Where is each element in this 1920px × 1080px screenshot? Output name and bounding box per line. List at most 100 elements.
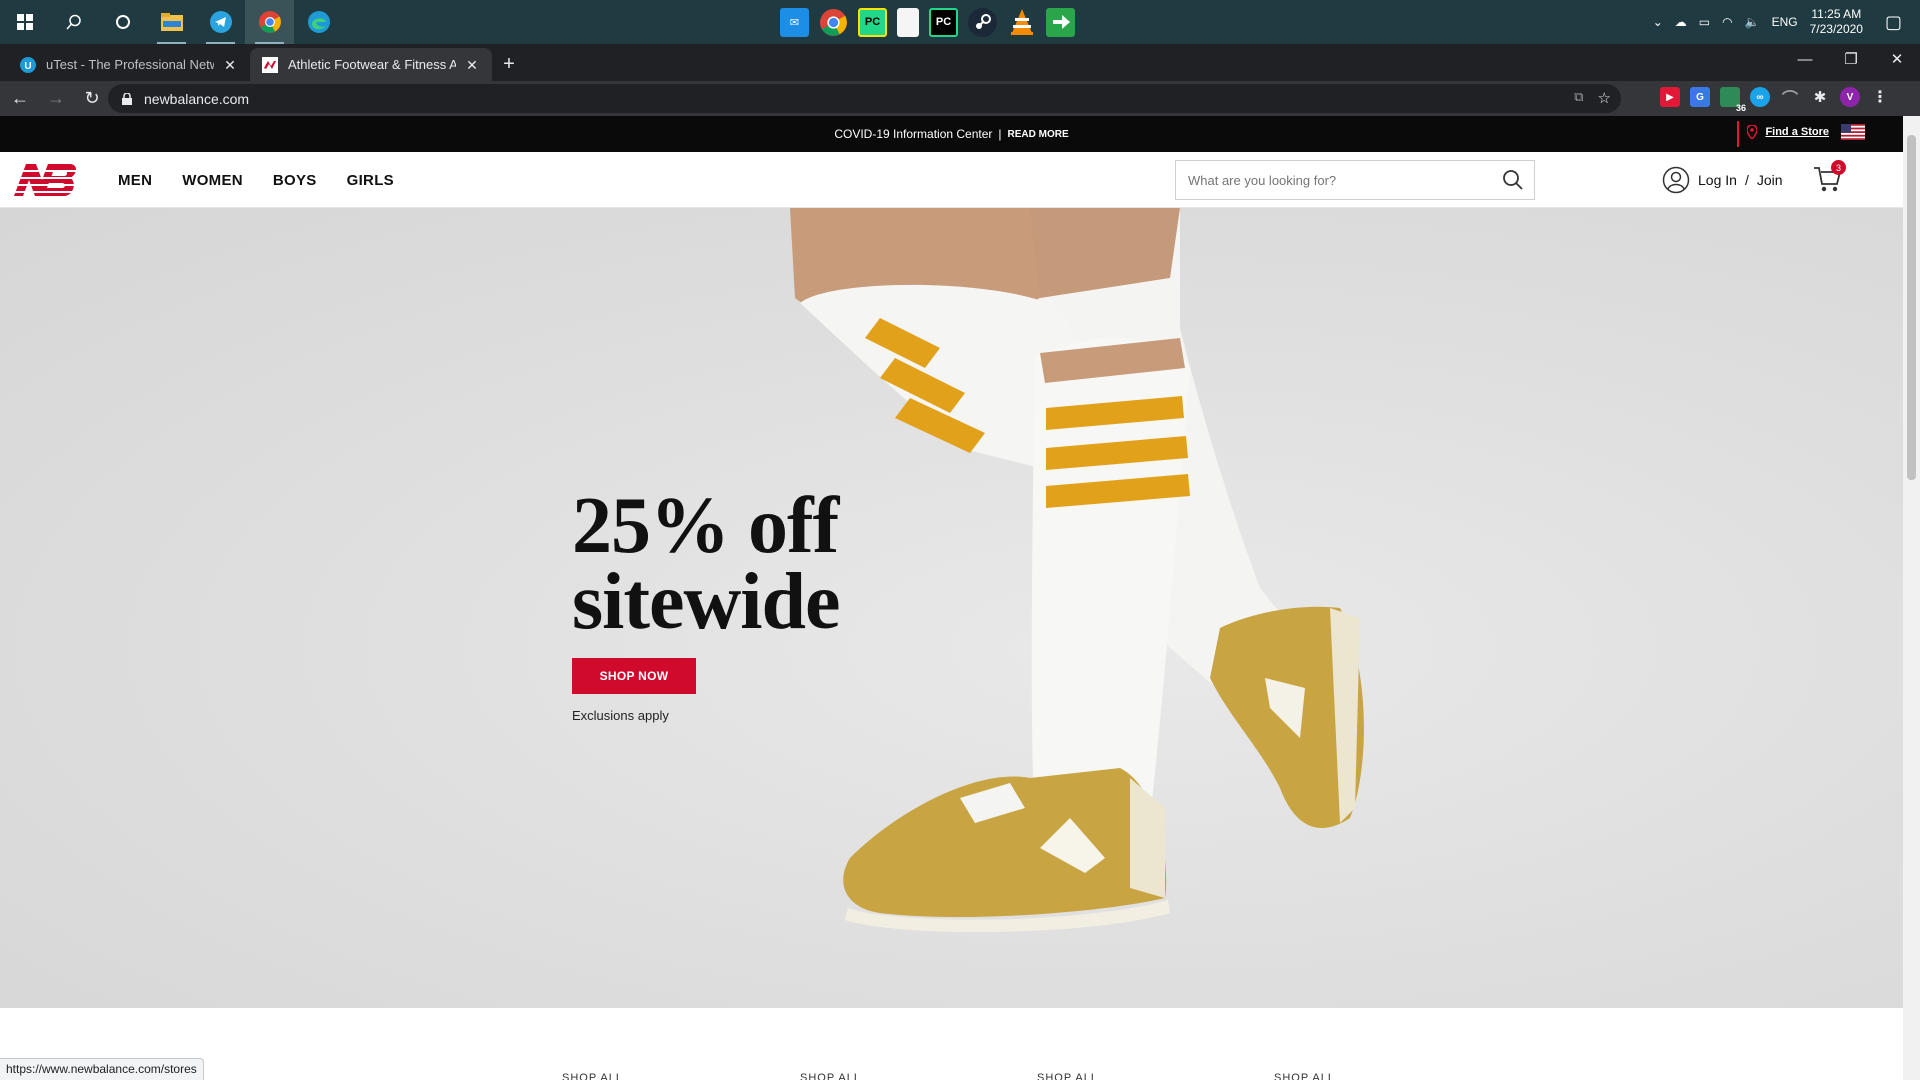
find-store-label: Find a Store [1765, 126, 1829, 138]
covid-separator: | [998, 127, 1002, 141]
translate-icon[interactable]: ⧉ [1574, 89, 1583, 107]
chevron-up-icon[interactable]: ⌄ [1653, 15, 1663, 29]
notifications-icon[interactable]: ▢ [1885, 12, 1902, 33]
wifi-icon[interactable]: ◠ [1722, 15, 1732, 29]
reload-button[interactable]: ↻ [76, 83, 108, 115]
chrome-menu-icon[interactable]: ⋮ [1870, 87, 1890, 107]
lock-icon [122, 92, 132, 105]
search-icon[interactable] [1502, 169, 1524, 191]
taskbar-mail-icon[interactable]: ✉ [780, 7, 809, 37]
clock[interactable]: 11:25 AM 7/23/2020 [1810, 7, 1863, 37]
volume-icon[interactable]: 🔈 [1745, 15, 1760, 29]
bookmark-star-icon[interactable]: ☆ [1598, 89, 1611, 107]
category-section: SHOP ALL SHOP ALL SHOP ALL SHOP ALL [0, 1008, 1903, 1080]
minimize-button[interactable]: — [1782, 44, 1828, 74]
headline-line-2: sitewide [572, 558, 841, 646]
utest-favicon-icon: U [20, 56, 36, 73]
account-links: Log In / Join [1662, 166, 1783, 194]
taskbar-vlc-icon[interactable] [1007, 8, 1036, 37]
shop-now-button[interactable]: SHOP NOW [572, 658, 696, 694]
exclusions-note: Exclusions apply [572, 708, 669, 723]
hero-promo: 25% off sitewide SHOP NOW Exclusions app… [572, 482, 841, 723]
close-window-button[interactable]: ✕ [1874, 44, 1920, 74]
battery-icon[interactable]: ▭ [1699, 15, 1710, 29]
nav-girls[interactable]: GIRLS [347, 172, 394, 189]
chrome-icon [258, 11, 281, 33]
search-icon [65, 14, 81, 30]
read-more-link[interactable]: READ MORE [1008, 129, 1069, 140]
login-separator: / [1744, 172, 1749, 188]
shop-all-link[interactable]: SHOP ALL [1037, 1072, 1098, 1080]
svg-text:U: U [24, 61, 31, 72]
taskbar-pycharm-icon[interactable]: PC [929, 7, 958, 37]
taskbar-telegram[interactable] [196, 0, 245, 44]
close-tab-icon[interactable]: ✕ [464, 57, 480, 73]
new-balance-favicon-icon [262, 56, 278, 73]
profile-avatar[interactable]: V [1840, 87, 1860, 107]
language-indicator[interactable]: ENG [1772, 15, 1798, 29]
category-nav: MEN WOMEN BOYS GIRLS [118, 152, 394, 208]
extension-gray-icon[interactable]: ⌒ [1780, 87, 1800, 108]
restore-button[interactable]: ❐ [1828, 44, 1874, 74]
new-balance-page: COVID-19 Information Center | READ MORE … [0, 116, 1903, 1080]
taskbar-search-button[interactable] [49, 0, 98, 44]
user-account-icon[interactable] [1662, 166, 1690, 194]
shop-all-link[interactable]: SHOP ALL [800, 1072, 861, 1080]
new-tab-button[interactable]: + [498, 54, 520, 76]
extension-red-icon[interactable]: ▶ [1660, 87, 1680, 107]
start-button[interactable] [0, 0, 49, 44]
covid-info-link[interactable]: COVID-19 Information Center [834, 127, 992, 141]
extension-blue-icon[interactable]: ∞ [1750, 87, 1770, 107]
nav-boys[interactable]: BOYS [273, 172, 317, 189]
taskbar-notepad-icon[interactable] [897, 7, 919, 37]
covid-banner: COVID-19 Information Center | READ MORE … [0, 116, 1903, 152]
extension-badge-icon[interactable]: 36 [1720, 87, 1746, 113]
windows-taskbar: ✉ PC PC ⌄ ☁ ▭ ◠ 🔈 ENG 11:25 AM 7/23/2020… [0, 0, 1920, 44]
tab-title: Athletic Footwear & Fitness Apparel [288, 57, 456, 72]
forward-button[interactable]: → [40, 83, 72, 115]
extension-badge-count: 36 [1735, 103, 1746, 113]
taskbar-edge[interactable] [294, 0, 343, 44]
hero-image-legs-sneakers [790, 208, 1364, 933]
cart-count-badge: 3 [1831, 160, 1846, 175]
scrollbar-thumb[interactable] [1907, 135, 1916, 480]
log-in-link[interactable]: Log In [1698, 172, 1737, 188]
browser-tab-strip: U uTest - The Professional Network ✕ Ath… [0, 44, 1920, 81]
taskbar-exit-app-icon[interactable] [1046, 7, 1075, 37]
extensions-puzzle-icon[interactable]: ✱ [1810, 87, 1830, 107]
taskbar-chrome-pinned-icon[interactable] [819, 8, 848, 37]
clock-time: 11:25 AM [1811, 7, 1862, 21]
us-flag-icon[interactable] [1841, 124, 1865, 140]
shop-all-link[interactable]: SHOP ALL [1274, 1072, 1335, 1080]
address-bar[interactable]: newbalance.com ⧉ ☆ [108, 84, 1621, 113]
hero-headline: 25% off sitewide [572, 482, 841, 646]
site-header: MEN WOMEN BOYS GIRLS Log In / Join 3 [0, 152, 1903, 208]
back-button[interactable]: ← [4, 83, 36, 115]
tab-new-balance[interactable]: Athletic Footwear & Fitness Apparel ✕ [250, 48, 492, 81]
clock-date: 7/23/2020 [1809, 22, 1863, 36]
google-translate-extension-icon[interactable]: G [1690, 87, 1710, 107]
tab-utest[interactable]: U uTest - The Professional Network ✕ [8, 48, 250, 81]
shop-all-link[interactable]: SHOP ALL [562, 1072, 623, 1080]
tab-title: uTest - The Professional Network [46, 57, 214, 72]
taskbar-chrome[interactable] [245, 0, 294, 44]
headline-line-1: 25% off [572, 482, 839, 570]
nav-women[interactable]: WOMEN [182, 172, 243, 189]
nav-men[interactable]: MEN [118, 172, 152, 189]
folder-icon [160, 13, 183, 31]
taskbar-steam-icon[interactable] [968, 7, 997, 37]
telegram-icon [209, 11, 232, 33]
url-text: newbalance.com [144, 90, 250, 107]
windows-logo-icon [16, 14, 33, 30]
search-input[interactable] [1188, 172, 1488, 188]
onedrive-icon[interactable]: ☁ [1675, 15, 1687, 29]
taskbar-file-explorer[interactable] [147, 0, 196, 44]
join-link[interactable]: Join [1757, 172, 1783, 188]
taskbar-pycharm-edu-icon[interactable]: PC [858, 7, 887, 37]
site-search [1175, 160, 1535, 200]
close-tab-icon[interactable]: ✕ [222, 57, 238, 73]
new-balance-logo[interactable] [10, 162, 78, 198]
find-a-store-link[interactable]: Find a Store [1737, 121, 1865, 147]
cortana-button[interactable] [98, 0, 147, 44]
hero-banner[interactable]: 25% off sitewide SHOP NOW Exclusions app… [0, 208, 1903, 1008]
